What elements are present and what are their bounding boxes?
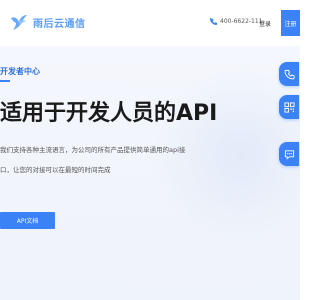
brand-logo[interactable]: 雨后云通信 [9,12,86,32]
description-line-1: 我们支持各种主流语言，为公司的所有产品提供简单通用的api接 [0,146,186,154]
page: 雨后云通信 400-6622-111 登录 注册 开发者中心 适用于开发人员的A… [0,0,300,300]
top-header: 雨后云通信 400-6622-111 登录 注册 [0,0,300,46]
description-line-2: 口，让您的对接可以在最短的时间完成 [0,166,111,174]
phone-icon [284,69,295,79]
bird-logo-icon [11,15,27,30]
register-button[interactable]: 注册 [281,10,300,36]
float-chat-button[interactable] [279,142,299,166]
float-phone-button[interactable] [279,62,299,86]
hotline-number: 400-6622-111 [220,18,263,25]
section-eyebrow: 开发者中心 [0,67,40,76]
float-qrcode-button[interactable] [279,95,299,119]
api-docs-label: API文档 [16,218,39,225]
hero-headline: 适用于开发人员的API [0,101,218,126]
chat-icon [284,149,294,160]
phone-icon [210,18,217,25]
hero-description: 我们支持各种主流语言，为公司的所有产品提供简单通用的api接 口，让您的对接可以… [0,140,230,180]
qrcode-icon [283,101,295,113]
api-docs-button[interactable]: API文档 [0,212,55,229]
hotline[interactable]: 400-6622-111 [210,18,263,25]
register-label: 注册 [284,20,297,28]
brand-name: 雨后云通信 [33,18,86,30]
accent-divider [0,80,10,82]
login-link[interactable]: 登录 [259,19,271,28]
